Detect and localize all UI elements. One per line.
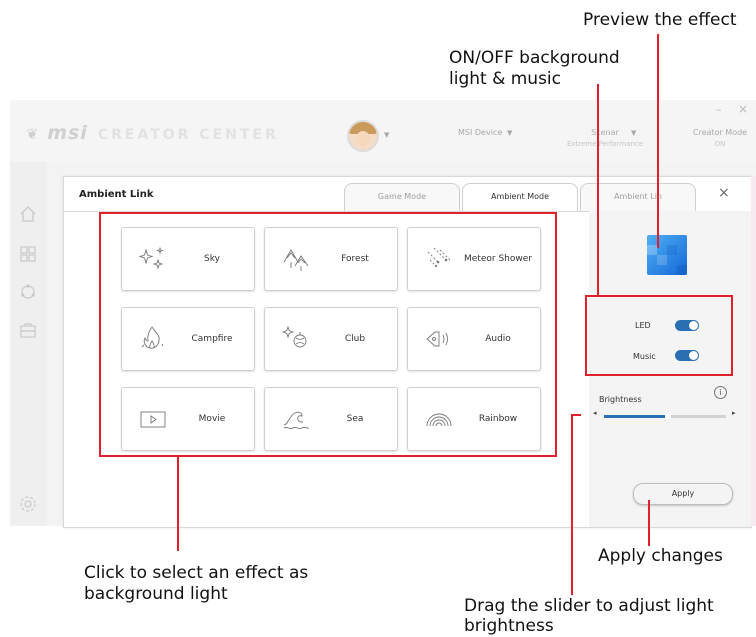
minimize-button[interactable]: –: [716, 103, 722, 116]
panel-close-button[interactable]: ×: [718, 185, 730, 201]
callout-onoff-1: ON/OFF background: [449, 48, 620, 68]
settings-icon[interactable]: [18, 494, 38, 514]
toolbox-icon[interactable]: [18, 320, 38, 340]
dragon-icon: ❦: [26, 125, 40, 143]
apps-icon[interactable]: [18, 244, 38, 264]
panel-title: Ambient Link: [79, 189, 154, 200]
brightness-slider-fill: [604, 415, 665, 418]
brightness-slider-thumb[interactable]: [665, 414, 671, 419]
callout-onoff-2: light & music: [449, 69, 562, 89]
callout-line-select: [177, 457, 179, 551]
callout-line-apply: [648, 500, 650, 546]
slider-left-arrow-icon[interactable]: ◂: [593, 409, 597, 417]
callout-slider-2: brightness: [464, 616, 554, 636]
device-chevron-down-icon: ▼: [504, 129, 513, 137]
tab-ambient-mode[interactable]: Ambient Mode: [462, 183, 578, 212]
toggles-highlight-box: [585, 295, 733, 376]
brand-text: msi: [47, 122, 88, 144]
brightness-slider-track[interactable]: [604, 414, 726, 419]
brand-suffix: CREATOR CENTER: [97, 127, 279, 143]
preview-effect-tile: [647, 235, 687, 275]
slider-right-arrow-icon[interactable]: ▸: [732, 409, 736, 417]
network-icon[interactable]: [18, 282, 38, 302]
callout-preview: Preview the effect: [583, 10, 737, 30]
scenario-label: Scenar: [591, 128, 619, 137]
window-close-button[interactable]: ×: [738, 102, 748, 116]
device-label: MSI Device: [458, 128, 503, 137]
callout-select-2: background light: [84, 584, 228, 604]
effects-highlight-box: [99, 212, 557, 457]
scenario-selector[interactable]: Scenar ▼ Extreme Performance: [565, 128, 645, 148]
tab-game-mode[interactable]: Game Mode: [344, 183, 460, 212]
sidebar: [10, 162, 46, 526]
callout-slider-1: Drag the slider to adjust light: [464, 596, 714, 616]
avatar-chevron-down-icon[interactable]: ▼: [384, 131, 389, 139]
callout-apply: Apply changes: [598, 546, 723, 566]
brightness-label: Brightness: [599, 395, 642, 404]
edge-strip: [751, 176, 756, 526]
callout-line-slider-tick: [571, 414, 581, 416]
callout-line-onoff: [597, 84, 599, 295]
scenario-chevron-down-icon: ▼: [631, 129, 637, 137]
home-icon[interactable]: [18, 204, 38, 224]
callout-line-preview: [657, 34, 659, 248]
creator-mode-value: ON: [714, 140, 726, 148]
scenario-value: Extreme Performance: [566, 140, 644, 148]
creator-mode-status[interactable]: Creator Mode ON: [692, 128, 748, 148]
user-avatar[interactable]: [347, 120, 379, 152]
callout-select-1: Click to select an effect as: [84, 563, 309, 583]
msi-logo: ❦ msi CREATOR CENTER: [26, 122, 279, 144]
top-bar: ❦ msi CREATOR CENTER ▼ MSI Device ▼ Scena…: [10, 100, 756, 162]
callout-line-slider: [571, 415, 573, 595]
device-selector[interactable]: MSI Device ▼: [458, 128, 512, 137]
creator-mode-label: Creator Mode: [692, 128, 748, 137]
info-icon[interactable]: i: [714, 386, 727, 399]
